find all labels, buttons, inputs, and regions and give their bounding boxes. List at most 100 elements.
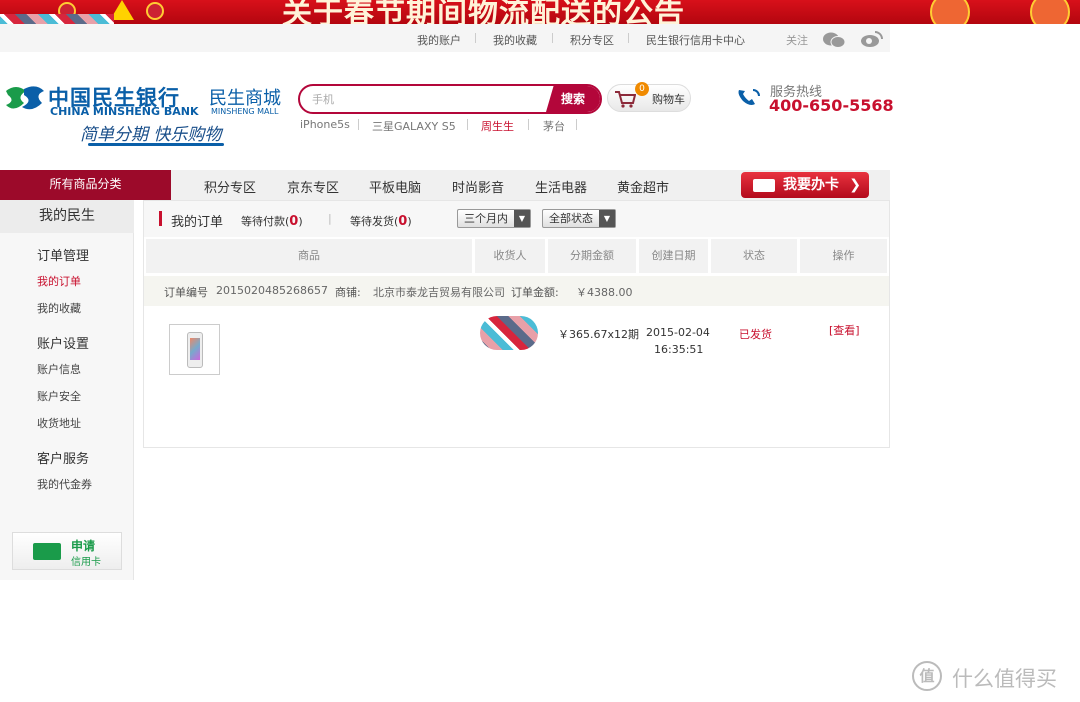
chevron-down-icon: ▼ [514, 210, 530, 227]
apply-credit-label: 申请 [71, 539, 96, 553]
pending-shipment-filter[interactable]: 等待发货(0) [350, 213, 412, 229]
status-select[interactable]: 全部状态 ▼ [542, 209, 616, 228]
pending-payment-filter[interactable]: 等待付款(0) [241, 213, 303, 229]
apply-card-label: 我要办卡 [783, 177, 839, 193]
sidebar-group-orders: 订单管理 [37, 249, 90, 264]
toplink-my-account[interactable]: 我的账户 [417, 32, 461, 48]
cart-count-badge: 0 [635, 82, 649, 96]
installment-amount: ￥365.67x12期 [558, 328, 639, 341]
sidebar-item-my-orders[interactable]: 我的订单 [37, 273, 81, 289]
all-categories-label: 所有商品分类 [49, 177, 122, 191]
weibo-icon[interactable] [860, 30, 884, 48]
column-header: 创建日期 [639, 239, 708, 273]
column-header: 商品 [146, 239, 472, 273]
pending-shipment-label: 等待发货( [350, 215, 399, 228]
separator [628, 33, 629, 43]
sidebar: 我的民生 订单管理 我的订单 我的收藏 账户设置 账户信息 账户安全 收货地址 … [0, 200, 134, 580]
bank-name-en: CHINA MINSHENG BANK [50, 105, 199, 118]
chevron-down-icon: ▼ [599, 210, 615, 227]
order-amount: ￥4388.00 [576, 286, 633, 299]
phone-icon [738, 89, 760, 105]
divider: | [328, 212, 332, 225]
apply-credit-card-button[interactable]: 申请 信用卡 [12, 532, 122, 570]
order-number-label: 订单编号 [164, 286, 208, 299]
apply-credit-sublabel: 信用卡 [71, 557, 101, 568]
wechat-icon[interactable] [822, 31, 846, 48]
separator [467, 119, 468, 130]
toplink-favorites[interactable]: 我的收藏 [493, 32, 537, 48]
announcement-banner[interactable]: 关于春节期间物流配送的公告 [0, 0, 1080, 24]
pending-payment-count: 0 [289, 214, 299, 229]
nav-item[interactable]: 平板电脑 [369, 177, 421, 196]
orders-tabbar: 我的订单 等待付款(0) | 等待发货(0) 三个月内 ▼ 全部状态 ▼ [144, 201, 889, 237]
hotword-link[interactable]: iPhone5s [300, 118, 350, 131]
sidebar-item-favorites[interactable]: 我的收藏 [37, 300, 81, 316]
search-box: 搜索 [298, 84, 602, 114]
all-categories-button[interactable]: 所有商品分类 ▼ [0, 170, 171, 208]
sidebar-title: 我的民生 [0, 200, 134, 233]
banner-decoration [930, 0, 970, 24]
sidebar-item-account-info[interactable]: 账户信息 [37, 361, 81, 377]
nav-item[interactable]: 生活电器 [535, 177, 587, 196]
watermark-text: 什么值得买 [952, 667, 1057, 691]
hotline-number: 400-650-5568 [769, 96, 894, 115]
status-value: 全部状态 [549, 212, 593, 225]
separator [528, 119, 529, 130]
shop-label: 商铺: [335, 286, 361, 299]
slogan: 简单分期 快乐购物 [80, 125, 222, 145]
pending-payment-label: 等待付款( [241, 215, 290, 228]
time-range-value: 三个月内 [464, 212, 508, 225]
slogan-underline [88, 143, 224, 146]
orders-panel: 我的订单 等待付款(0) | 等待发货(0) 三个月内 ▼ 全部状态 ▼ 商品 … [143, 200, 890, 448]
created-date: 2015-02-04 [646, 326, 710, 339]
minsheng-logo-icon [6, 86, 44, 110]
tab-indicator [159, 211, 162, 226]
banner-decoration [146, 2, 164, 20]
mall-name-en: MINSHENG MALL [211, 107, 279, 116]
orders-table-header: 商品 收货人 分期金额 创建日期 状态 操作 [144, 239, 889, 273]
view-order-link[interactable]: [查看] [829, 322, 860, 338]
nav-item[interactable]: 积分专区 [204, 177, 256, 196]
separator [358, 119, 359, 130]
close-paren: ) [298, 215, 303, 228]
banner-decoration [1030, 0, 1070, 24]
banner-text: 关于春节期间物流配送的公告 [282, 0, 685, 24]
separator [475, 33, 476, 43]
created-time: 16:35:51 [654, 343, 704, 356]
nav-item[interactable]: 时尚影音 [452, 177, 504, 196]
hotword-link[interactable]: 三星GALAXY S5 [372, 118, 456, 134]
column-header: 收货人 [475, 239, 545, 273]
search-button[interactable]: 搜索 [546, 86, 600, 112]
top-links-bar: 我的账户 我的收藏 积分专区 民生银行信用卡中心 关注 [0, 24, 890, 52]
order-info-row: 订单编号 2015020485268657 商铺: 北京市泰龙吉贸易有限公司 订… [144, 276, 889, 306]
product-thumbnail[interactable] [169, 324, 220, 375]
hotword-link[interactable]: 周生生 [481, 118, 514, 134]
time-range-select[interactable]: 三个月内 ▼ [457, 209, 531, 228]
chevron-right-icon: ❯ [849, 177, 861, 193]
nav-item[interactable]: 黄金超市 [617, 177, 669, 196]
sidebar-group-account: 账户设置 [37, 337, 90, 352]
toplink-points[interactable]: 积分专区 [570, 32, 614, 48]
credit-card-icon [33, 543, 61, 560]
hotword-link[interactable]: 茅台 [543, 118, 565, 134]
phone-screen [190, 338, 200, 360]
order-amount-label: 订单金额: [511, 286, 559, 299]
pending-shipment-count: 0 [398, 214, 408, 229]
apply-card-button[interactable]: 我要办卡 ❯ [741, 172, 869, 198]
sidebar-item-account-security[interactable]: 账户安全 [37, 388, 81, 404]
column-header: 状态 [711, 239, 797, 273]
order-status: 已发货 [739, 328, 772, 341]
column-header: 分期金额 [548, 239, 636, 273]
search-input[interactable] [312, 90, 542, 108]
tab-my-orders[interactable]: 我的订单 [171, 211, 223, 230]
nav-item[interactable]: 京东专区 [287, 177, 339, 196]
sidebar-item-address[interactable]: 收货地址 [37, 415, 81, 431]
cart-icon [615, 91, 636, 108]
card-icon [753, 179, 775, 192]
toplink-credit-card-center[interactable]: 民生银行信用卡中心 [646, 32, 745, 48]
order-number: 2015020485268657 [216, 284, 328, 297]
sidebar-item-vouchers[interactable]: 我的代金券 [37, 476, 92, 492]
shop-name[interactable]: 北京市泰龙吉贸易有限公司 [373, 284, 505, 300]
cart-button[interactable]: 0 购物车 [607, 82, 691, 112]
separator [552, 33, 553, 43]
